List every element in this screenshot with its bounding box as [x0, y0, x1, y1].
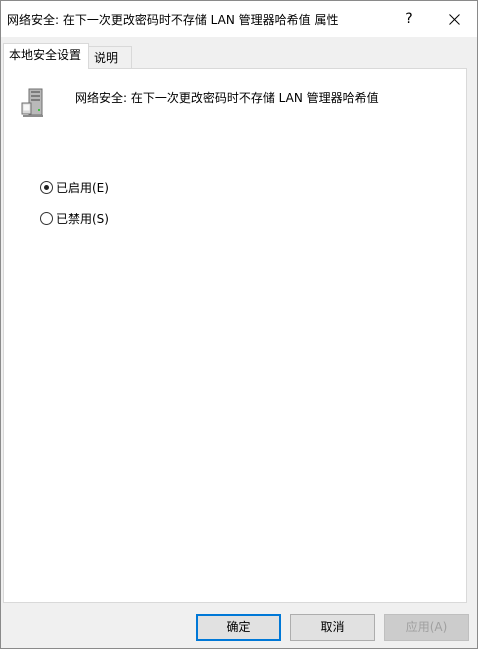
close-icon [448, 11, 460, 27]
disabled-radio-label[interactable]: 已禁用(S) [56, 210, 109, 227]
tab-explain-label: 说明 [94, 51, 119, 65]
tab-strip: 本地安全设置 说明 [1, 43, 477, 69]
help-button[interactable]: ? [386, 1, 432, 37]
tab-local-security-setting[interactable]: 本地安全设置 [3, 43, 89, 69]
tab-explain[interactable]: 说明 [88, 46, 132, 68]
ok-button[interactable]: 确定 [196, 614, 281, 641]
enabled-radio-circle[interactable] [40, 180, 53, 194]
apply-button[interactable]: 应用(A) [384, 614, 469, 641]
enabled-radio[interactable]: 已启用(E) [40, 178, 109, 196]
disabled-radio-circle[interactable] [40, 211, 53, 225]
cancel-button[interactable]: 取消 [290, 614, 375, 641]
enabled-radio-label[interactable]: 已启用(E) [56, 179, 109, 196]
window-title: 网络安全: 在下一次更改密码时不存储 LAN 管理器哈希值 属性 [7, 13, 339, 27]
tab-local-security-setting-label: 本地安全设置 [9, 48, 82, 62]
title-bar[interactable]: 网络安全: 在下一次更改密码时不存储 LAN 管理器哈希值 属性 ? [1, 1, 477, 37]
close-button[interactable] [431, 1, 477, 37]
help-label: ? [405, 11, 413, 27]
local-security-setting-panel: 网络安全: 在下一次更改密码时不存储 LAN 管理器哈希值 已启用(E) 已禁用… [3, 68, 467, 603]
disabled-radio[interactable]: 已禁用(S) [40, 209, 109, 227]
policy-name: 网络安全: 在下一次更改密码时不存储 LAN 管理器哈希值 [75, 91, 379, 105]
properties-dialog: 网络安全: 在下一次更改密码时不存储 LAN 管理器哈希值 属性 ? 本地安全设… [0, 0, 478, 649]
server-policy-icon [20, 87, 50, 119]
